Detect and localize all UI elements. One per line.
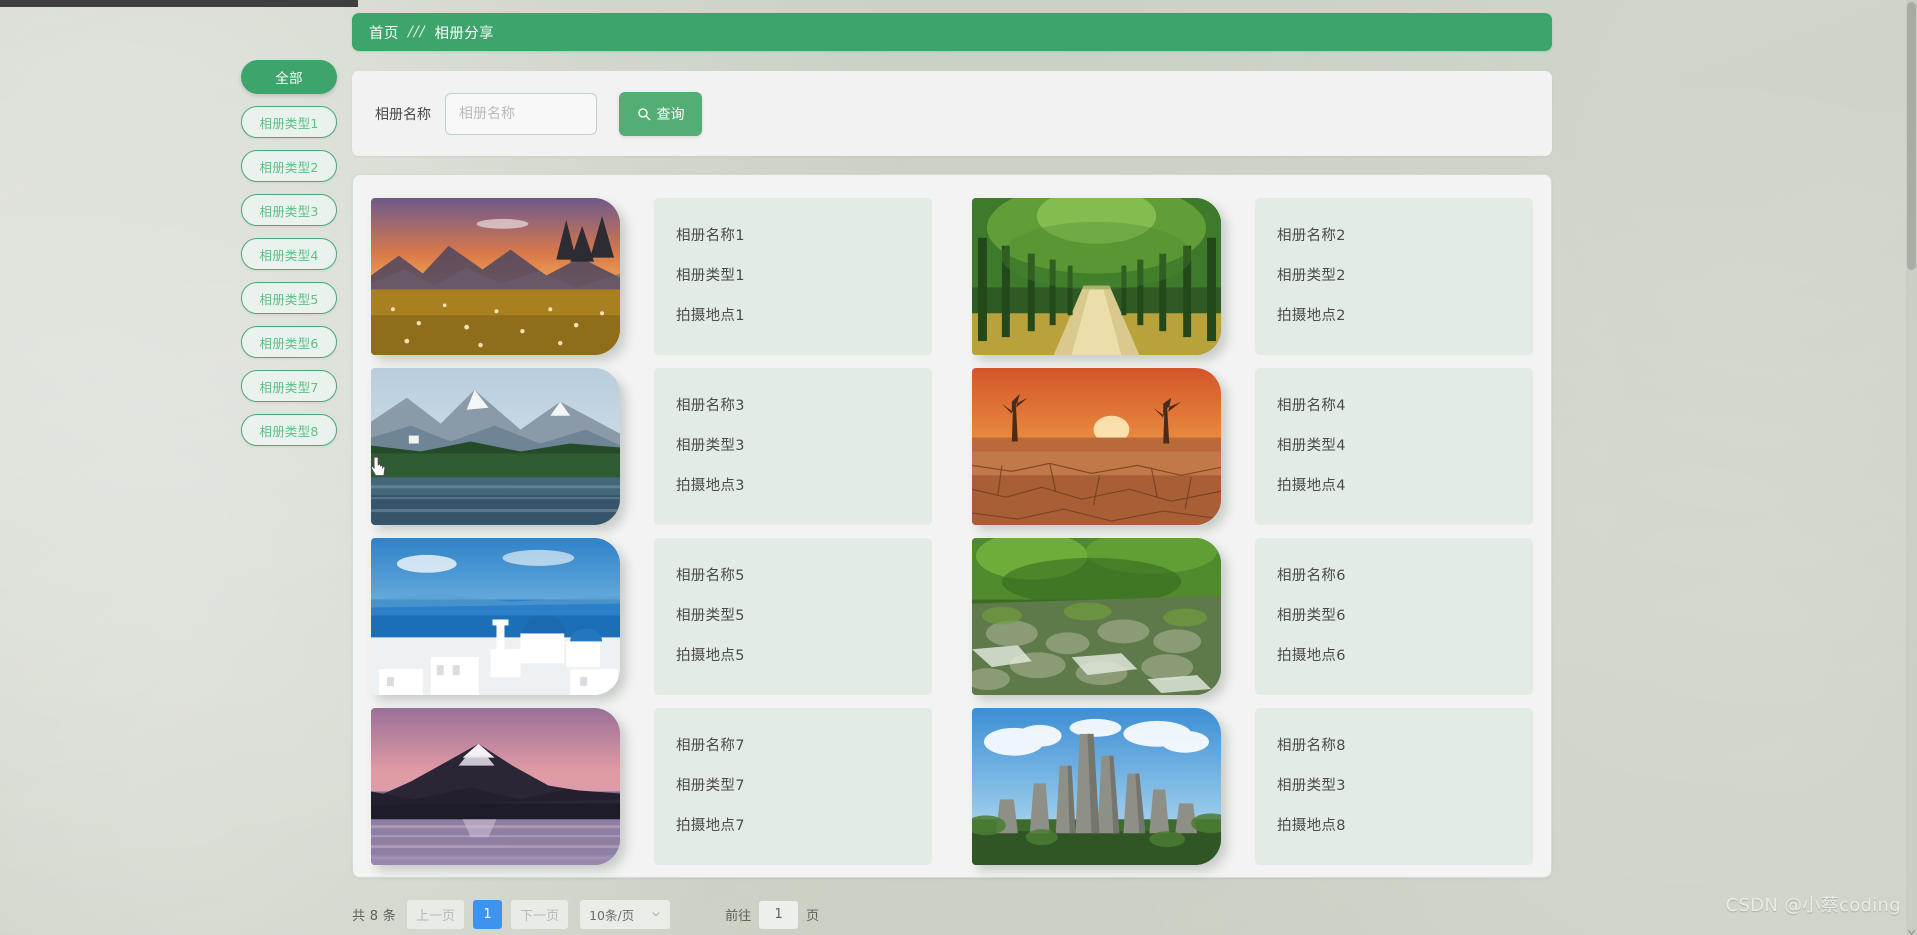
album-thumbnail[interactable] [371,537,620,695]
album-card[interactable]: 相册名称6 相册类型6 拍摄地点6 [972,531,1533,701]
sidebar-item-label: 相册类型6 [259,335,319,351]
chevron-down-icon [651,907,661,922]
sidebar-item-label: 相册类型2 [259,159,319,175]
page-size-label: 10条/页 [589,908,635,923]
page-jump-prefix: 前往 [725,909,752,924]
album-type: 相册类型4 [1277,437,1346,454]
breadcrumb-separator-icon: /// [407,24,426,40]
page-jump: 前往 页 [725,900,820,929]
album-info: 相册名称4 相册类型4 拍摄地点4 [1255,367,1533,525]
album-card[interactable]: 相册名称4 相册类型4 拍摄地点4 [972,361,1533,531]
sidebar-item-type-1[interactable]: 相册类型1 [241,106,337,138]
query-button-label: 查询 [656,106,685,123]
query-button[interactable]: 查询 [619,91,702,136]
album-location: 拍摄地点2 [1277,307,1346,324]
album-info: 相册名称7 相册类型7 拍摄地点7 [654,707,932,865]
breadcrumb: 首页 /// 相册分享 [352,13,1552,51]
pagination-total: 共 8 条 [352,909,397,924]
sidebar-item-type-5[interactable]: 相册类型5 [241,282,337,314]
sidebar-item-label: 相册类型5 [259,291,319,307]
watermark: CSDN @小蔡coding [1725,895,1901,916]
sidebar-item-label: 相册类型8 [259,423,319,439]
album-card[interactable]: 相册名称2 相册类型2 拍摄地点2 [972,191,1533,361]
sidebar-item-type-8[interactable]: 相册类型8 [241,414,337,446]
page-size-select[interactable]: 10条/页 [580,900,671,929]
album-grid: 相册名称1 相册类型1 拍摄地点1 相册名称2 相册类型2 拍摄地点2 相册名称3 相册类型3… [371,191,1533,871]
sidebar-item-label: 相册类型4 [259,247,319,263]
album-type: 相册类型3 [676,437,745,454]
sidebar-item-type-4[interactable]: 相册类型4 [241,238,337,270]
album-type: 相册类型7 [676,777,745,794]
search-icon [637,107,651,121]
album-card[interactable]: 相册名称8 相册类型3 拍摄地点8 [972,701,1533,871]
album-thumbnail[interactable] [972,197,1221,355]
app-root: 首页 /// 相册分享 全部 相册类型1 相册类型2 相册类型3 相册类型4 相册类型5 相… [0,0,1917,935]
album-info: 相册名称6 相册类型6 拍摄地点6 [1255,537,1533,695]
album-type: 相册类型6 [1277,607,1346,624]
sidebar-item-label: 全部 [275,71,303,87]
album-location: 拍摄地点1 [676,307,745,324]
pagination-next-button[interactable]: 下一页 [511,900,569,929]
sidebar-item-label: 相册类型3 [259,203,319,219]
sidebar-item-type-3[interactable]: 相册类型3 [241,194,337,226]
album-name: 相册名称2 [1277,227,1346,244]
album-name: 相册名称7 [676,737,745,754]
album-info: 相册名称8 相册类型3 拍摄地点8 [1255,707,1533,865]
sidebar-item-type-2[interactable]: 相册类型2 [241,150,337,182]
search-panel: 相册名称 查询 [352,71,1552,156]
album-name: 相册名称5 [676,567,745,584]
sidebar-item-type-6[interactable]: 相册类型6 [241,326,337,358]
sidebar-item-type-7[interactable]: 相册类型7 [241,370,337,402]
album-name: 相册名称4 [1277,397,1346,414]
window-top-strip [0,0,358,7]
page-jump-input[interactable] [759,900,799,929]
search-input[interactable] [445,92,597,135]
album-thumbnail[interactable] [972,367,1221,525]
album-name: 相册名称1 [676,227,745,244]
album-type: 相册类型2 [1277,267,1346,284]
album-card[interactable]: 相册名称5 相册类型5 拍摄地点5 [371,531,932,701]
search-label: 相册名称 [375,106,431,123]
album-type: 相册类型3 [1277,777,1346,794]
album-thumbnail[interactable] [371,197,620,355]
album-location: 拍摄地点7 [676,817,745,834]
album-card[interactable]: 相册名称7 相册类型7 拍摄地点7 [371,701,932,871]
album-name: 相册名称6 [1277,567,1346,584]
gallery-panel: 相册名称1 相册类型1 拍摄地点1 相册名称2 相册类型2 拍摄地点2 相册名称3 相册类型3… [352,174,1552,878]
breadcrumb-current: 相册分享 [434,25,495,42]
album-thumbnail[interactable] [972,537,1221,695]
pagination: 共 8 条 上一页 1 下一页 10条/页 前往 页 [352,900,819,929]
pagination-prev-button[interactable]: 上一页 [407,900,465,929]
pagination-page-1[interactable]: 1 [473,900,503,929]
scroll-down-arrow-icon[interactable] [1906,923,1917,935]
breadcrumb-home[interactable]: 首页 [369,22,399,43]
album-type: 相册类型5 [676,607,745,624]
album-type: 相册类型1 [676,267,745,284]
album-location: 拍摄地点8 [1277,817,1346,834]
album-info: 相册名称2 相册类型2 拍摄地点2 [1255,197,1533,355]
sidebar-item-all[interactable]: 全部 [241,60,337,94]
album-info: 相册名称3 相册类型3 拍摄地点3 [654,367,932,525]
album-thumbnail[interactable] [972,707,1221,865]
album-location: 拍摄地点6 [1277,647,1346,664]
album-location: 拍摄地点4 [1277,477,1346,494]
page-jump-suffix: 页 [806,909,820,924]
album-location: 拍摄地点3 [676,477,745,494]
album-location: 拍摄地点5 [676,647,745,664]
album-card[interactable]: 相册名称1 相册类型1 拍摄地点1 [371,191,932,361]
album-name: 相册名称3 [676,397,745,414]
album-info: 相册名称1 相册类型1 拍摄地点1 [654,197,932,355]
album-name: 相册名称8 [1277,737,1346,754]
album-info: 相册名称5 相册类型5 拍摄地点5 [654,537,932,695]
sidebar-item-label: 相册类型1 [259,115,319,131]
album-thumbnail[interactable] [371,707,620,865]
sidebar-item-label: 相册类型7 [259,379,319,395]
category-rail: 全部相册类型1 相册类型2 相册类型3 相册类型4 相册类型5 相册类型6 相册类型7 相册类… [241,60,337,446]
album-thumbnail[interactable] [371,367,620,525]
album-card[interactable]: 相册名称3 相册类型3 拍摄地点3 [371,361,932,531]
scrollbar-thumb[interactable] [1907,2,1916,270]
